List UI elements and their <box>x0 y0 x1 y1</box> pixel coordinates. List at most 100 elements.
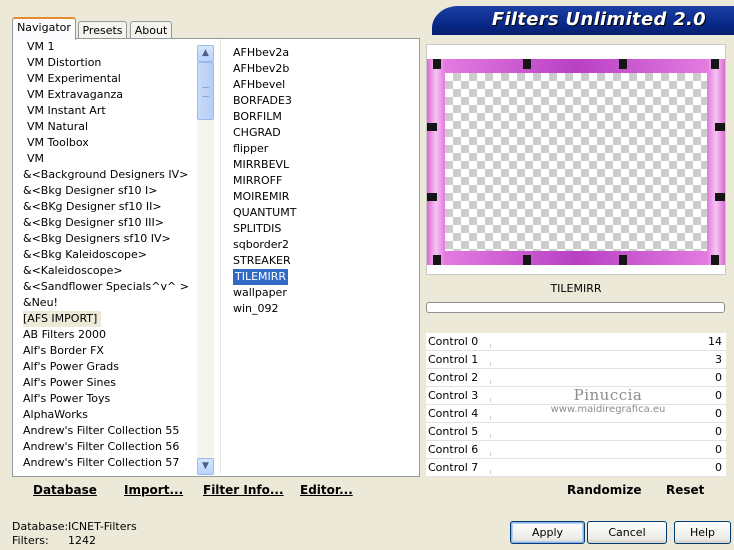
control-slider-track[interactable] <box>490 344 696 348</box>
category-item[interactable]: &<Bkg Designer sf10 III> <box>13 215 197 231</box>
randomize-button[interactable]: Randomize <box>567 483 641 497</box>
control-label: Control 4 <box>428 407 479 420</box>
category-item[interactable]: AB Filters 2000 <box>13 327 197 343</box>
category-label: &<Kaleidoscope> <box>23 264 123 277</box>
category-item[interactable]: VM Natural <box>13 119 197 135</box>
category-item[interactable]: &<BKg Designer sf10 II> <box>13 199 197 215</box>
filter-item[interactable]: wallpaper <box>221 285 419 301</box>
scrollbar-thumb[interactable] <box>197 62 214 120</box>
category-item[interactable]: &Neu! <box>13 295 197 311</box>
category-item[interactable]: &<Kaleidoscope> <box>13 263 197 279</box>
filter-item[interactable]: BORFILM <box>221 109 419 125</box>
control-slider-row[interactable]: Control 0 14 <box>426 333 726 351</box>
filter-item[interactable]: AFHbev2a <box>221 45 419 61</box>
cancel-button[interactable]: Cancel <box>587 521 667 544</box>
frame-corner <box>619 255 627 265</box>
apply-button[interactable]: Apply <box>510 521 585 544</box>
control-label: Control 0 <box>428 335 479 348</box>
category-label: &<Bkg Designer sf10 I> <box>23 184 158 197</box>
filter-item[interactable]: MOIREMIR <box>221 189 419 205</box>
category-label: Alf's Power Toys <box>23 392 111 405</box>
category-item[interactable]: VM Instant Art <box>13 103 197 119</box>
database-label: Database: <box>12 520 69 533</box>
category-label: Andrew's Filter Collection 56 <box>23 440 180 453</box>
control-slider-row[interactable]: Control 5 0 <box>426 423 726 441</box>
control-slider-row[interactable]: Control 1 3 <box>426 351 726 369</box>
filter-item[interactable]: TILEMIRR <box>221 269 419 285</box>
category-item[interactable]: Alf's Border FX <box>13 343 197 359</box>
control-slider-track[interactable] <box>490 452 696 456</box>
category-item[interactable]: VM Extravaganza <box>13 87 197 103</box>
category-list[interactable]: VM 1 VM Distortion VM Experimental VM Extra… <box>13 39 197 475</box>
category-label: VM Extravaganza <box>27 88 124 101</box>
filter-item[interactable]: SPLITDIS <box>221 221 419 237</box>
category-item[interactable]: Alf's Power Grads <box>13 359 197 375</box>
control-value: 0 <box>715 425 722 438</box>
category-item[interactable]: AlphaWorks <box>13 407 197 423</box>
category-label: AB Filters 2000 <box>23 328 107 341</box>
control-value: 0 <box>715 389 722 402</box>
category-item[interactable]: Alf's Power Sines <box>13 375 197 391</box>
control-slider-track[interactable] <box>490 470 696 474</box>
chevron-down-icon[interactable]: ▼ <box>197 458 214 475</box>
filter-item[interactable]: QUANTUMT <box>221 205 419 221</box>
category-item[interactable]: [AFS IMPORT] <box>13 311 197 327</box>
category-label: VM Natural <box>27 120 89 133</box>
frame-corner <box>523 59 531 69</box>
filter-item[interactable]: MIRRBEVL <box>221 157 419 173</box>
control-slider-track[interactable] <box>490 362 696 366</box>
filter-item[interactable]: flipper <box>221 141 419 157</box>
app-title-banner: Filters Unlimited 2.0 <box>432 6 734 35</box>
control-slider-row[interactable]: Control 7 0 <box>426 459 726 477</box>
control-slider-row[interactable]: Control 6 0 <box>426 441 726 459</box>
control-value: 0 <box>715 371 722 384</box>
category-item[interactable]: VM 1 <box>13 39 197 55</box>
filter-item[interactable]: sqborder2 <box>221 237 419 253</box>
frame-corner <box>711 255 719 265</box>
left-toolbar: Database Import... Filter Info... Editor… <box>12 477 420 505</box>
reset-button[interactable]: Reset <box>666 483 704 497</box>
editor-button[interactable]: Editor... <box>300 483 353 497</box>
category-scrollbar[interactable]: ▲ ▼ <box>197 45 214 475</box>
category-item[interactable]: VM Experimental <box>13 71 197 87</box>
category-label: VM 1 <box>27 40 55 53</box>
filter-info-button[interactable]: Filter Info... <box>203 483 284 497</box>
import-button[interactable]: Import... <box>124 483 183 497</box>
preview-caption: TILEMIRR <box>426 277 726 301</box>
category-item[interactable]: VM Distortion <box>13 55 197 71</box>
filter-item[interactable]: BORFADE3 <box>221 93 419 109</box>
filter-item[interactable]: CHGRAD <box>221 125 419 141</box>
category-item[interactable]: Andrew's Filter Collection 56 <box>13 439 197 455</box>
category-item[interactable]: VM Toolbox <box>13 135 197 151</box>
category-item[interactable]: &<Bkg Designer sf10 I> <box>13 183 197 199</box>
help-button[interactable]: Help <box>674 521 731 544</box>
category-item[interactable]: &<Sandflower Specials^v^ > <box>13 279 197 295</box>
control-slider-row[interactable]: Control 2 0 <box>426 369 726 387</box>
filter-list[interactable]: AFHbev2a AFHbev2b AFHbevel BORFADE3 BORFILM C… <box>220 39 419 475</box>
control-slider-track[interactable] <box>490 434 696 438</box>
category-item[interactable]: Andrew's Filter Collection 57 <box>13 455 197 471</box>
chevron-up-icon[interactable]: ▲ <box>197 45 214 62</box>
category-item[interactable]: &<Bkg Kaleidoscope> <box>13 247 197 263</box>
transparency-checkerboard <box>445 73 707 251</box>
filter-label: wallpaper <box>233 286 287 299</box>
watermark-title: Pinuccia <box>573 386 643 404</box>
filter-item[interactable]: win_092 <box>221 301 419 317</box>
control-label: Control 3 <box>428 389 479 402</box>
category-item[interactable]: VM <box>13 151 197 167</box>
filter-item[interactable]: STREAKER <box>221 253 419 269</box>
control-label: Control 6 <box>428 443 479 456</box>
database-button[interactable]: Database <box>33 483 97 497</box>
tab-navigator[interactable]: Navigator <box>12 17 76 40</box>
filter-item[interactable]: AFHbev2b <box>221 61 419 77</box>
category-label: &<Sandflower Specials^v^ > <box>23 280 189 293</box>
control-slider-track[interactable] <box>490 380 696 384</box>
category-item[interactable]: &<Background Designers IV> <box>13 167 197 183</box>
category-item[interactable]: Alf's Power Toys <box>13 391 197 407</box>
category-item[interactable]: Andrew's Filter Collection 55 <box>13 423 197 439</box>
control-slider-track[interactable] <box>490 416 696 420</box>
category-item[interactable]: &<Bkg Designers sf10 IV> <box>13 231 197 247</box>
filter-item[interactable]: AFHbevel <box>221 77 419 93</box>
filter-item[interactable]: MIRROFF <box>221 173 419 189</box>
category-label: AlphaWorks <box>23 408 88 421</box>
